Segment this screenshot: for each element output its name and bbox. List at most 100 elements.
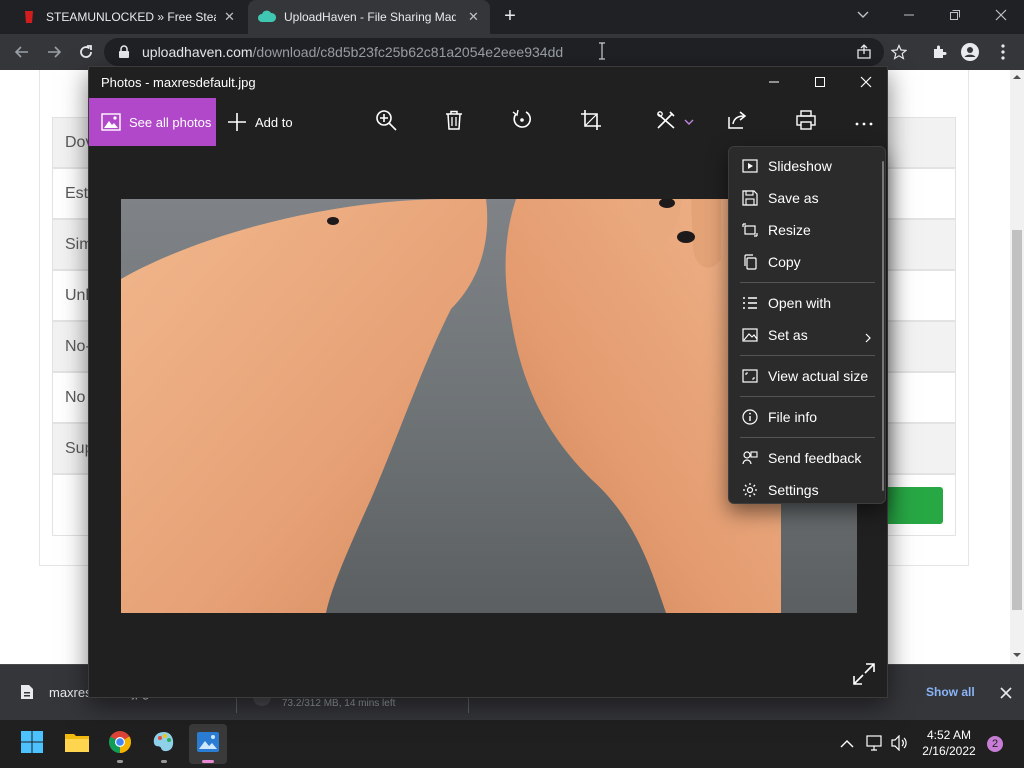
menu-item-view-actual-size[interactable]: View actual size	[729, 360, 885, 392]
tab-uploadhaven[interactable]: UploadHaven - File Sharing Mad ✕	[248, 0, 490, 34]
minimize-icon[interactable]	[886, 0, 932, 30]
clock[interactable]: 4:52 AM 2/16/2022	[918, 728, 980, 758]
file-icon	[20, 684, 34, 705]
close-shelf-icon[interactable]	[1000, 686, 1012, 704]
steam-favicon-icon	[22, 10, 36, 24]
close-tab-icon[interactable]: ✕	[224, 9, 235, 25]
info-row-label: No-	[65, 337, 91, 355]
more-options-menu: Slideshow Save as Resize Copy Open with …	[728, 146, 886, 504]
chevron-down-icon	[684, 119, 694, 125]
menu-separator	[740, 282, 875, 283]
menu-item-settings[interactable]: Settings	[729, 474, 885, 506]
plus-icon	[227, 112, 247, 132]
close-tab-icon[interactable]: ✕	[468, 9, 479, 25]
close-window-icon[interactable]	[978, 0, 1024, 30]
info-row-label: Unl	[65, 286, 90, 304]
more-dots-icon	[855, 113, 873, 131]
tab-title: UploadHaven - File Sharing Mad	[284, 10, 456, 24]
menu-separator	[740, 396, 875, 397]
menu-item-send-feedback[interactable]: Send feedback	[729, 442, 885, 474]
download-progress-text: 73.2/312 MB, 14 mins left	[282, 698, 396, 709]
menu-item-copy[interactable]: Copy	[729, 246, 885, 278]
extensions-icon[interactable]	[924, 34, 954, 70]
menu-item-label: Send feedback	[768, 450, 862, 466]
back-icon[interactable]	[6, 34, 38, 70]
photos-close-icon[interactable]	[843, 67, 889, 97]
running-indicator	[117, 760, 123, 763]
clock-date: 2/16/2022	[922, 744, 976, 758]
actual-size-icon	[740, 369, 760, 383]
volume-icon[interactable]	[891, 734, 909, 756]
restore-icon[interactable]	[932, 0, 978, 30]
new-tab-button[interactable]: +	[498, 4, 522, 28]
menu-separator	[740, 437, 875, 438]
download-button[interactable]	[880, 487, 943, 524]
crop-button[interactable]	[571, 98, 611, 146]
gallery-icon	[101, 113, 121, 131]
add-to-label: Add to	[255, 114, 293, 130]
see-all-photos-button[interactable]: See all photos	[89, 98, 216, 146]
print-button[interactable]	[786, 98, 826, 146]
folder-icon	[64, 731, 90, 758]
rotate-button[interactable]	[502, 98, 542, 146]
notification-badge[interactable]: 2	[987, 736, 1003, 752]
menu-item-label: Slideshow	[768, 158, 832, 174]
share-button[interactable]	[718, 98, 758, 146]
menu-item-label: Open with	[768, 295, 832, 311]
network-icon[interactable]	[866, 735, 884, 756]
reload-icon[interactable]	[70, 34, 102, 70]
chevron-right-icon	[865, 330, 871, 346]
gear-icon	[740, 482, 760, 498]
menu-scrollbar[interactable]	[882, 161, 884, 491]
menu-separator	[740, 355, 875, 356]
photos-minimize-icon[interactable]	[751, 67, 797, 97]
chrome-taskbar-button[interactable]	[101, 724, 139, 764]
lock-icon[interactable]	[118, 45, 130, 64]
address-bar[interactable]: uploadhaven.com/download/c8d5b23fc25b62c…	[104, 38, 884, 66]
see-all-photos-label: See all photos	[129, 114, 212, 130]
tab-steamunlocked[interactable]: STEAMUNLOCKED » Free Steam ✕	[8, 0, 248, 34]
browser-tab-strip: STEAMUNLOCKED » Free Steam ✕ UploadHaven…	[0, 0, 1024, 34]
photos-maximize-icon[interactable]	[797, 67, 843, 97]
menu-item-slideshow[interactable]: Slideshow	[729, 150, 885, 182]
delete-button[interactable]	[434, 98, 474, 146]
menu-item-file-info[interactable]: File info	[729, 401, 885, 433]
zoom-in-button[interactable]	[366, 98, 406, 146]
feedback-icon	[740, 450, 760, 466]
tab-search-icon[interactable]	[840, 0, 886, 30]
start-button[interactable]	[13, 724, 51, 764]
menu-item-label: File info	[768, 409, 818, 425]
menu-item-save-as[interactable]: Save as	[729, 182, 885, 214]
url-text: uploadhaven.com/download/c8d5b23fc25b62c…	[142, 44, 563, 60]
scrollbar-thumb[interactable]	[1012, 230, 1022, 610]
full-screen-icon[interactable]	[853, 663, 877, 687]
menu-item-open-with[interactable]: Open with	[729, 287, 885, 319]
share-page-icon[interactable]	[856, 44, 872, 65]
menu-item-resize[interactable]: Resize	[729, 214, 885, 246]
show-hidden-icons-icon[interactable]	[840, 736, 854, 754]
slideshow-icon	[740, 159, 760, 173]
clock-time: 4:52 AM	[926, 728, 972, 742]
windows-logo-icon	[20, 730, 44, 759]
browser-menu-icon[interactable]	[988, 34, 1018, 70]
bookmark-star-icon[interactable]	[884, 34, 914, 70]
menu-item-set-as[interactable]: Set as	[729, 319, 885, 351]
menu-item-label: Settings	[768, 482, 819, 498]
text-cursor-icon	[598, 42, 606, 65]
browser-toolbar: uploadhaven.com/download/c8d5b23fc25b62c…	[0, 34, 1024, 70]
edit-create-button[interactable]	[649, 98, 701, 146]
trash-icon	[445, 110, 463, 135]
window-title: Photos - maxresdefault.jpg	[101, 75, 256, 90]
zoom-icon	[375, 109, 397, 136]
forward-icon[interactable]	[38, 34, 70, 70]
more-options-button[interactable]	[844, 98, 884, 146]
add-to-button[interactable]: Add to	[227, 98, 293, 146]
paint-palette-icon	[152, 730, 176, 759]
paint-taskbar-button[interactable]	[145, 724, 183, 764]
download-file-name[interactable]: maxres	[49, 685, 92, 700]
profile-avatar-icon[interactable]	[955, 34, 985, 70]
show-all-downloads-link[interactable]: Show all	[926, 685, 975, 699]
chrome-icon	[108, 730, 132, 759]
photos-taskbar-button[interactable]	[189, 724, 227, 764]
file-explorer-taskbar-button[interactable]	[58, 724, 96, 764]
